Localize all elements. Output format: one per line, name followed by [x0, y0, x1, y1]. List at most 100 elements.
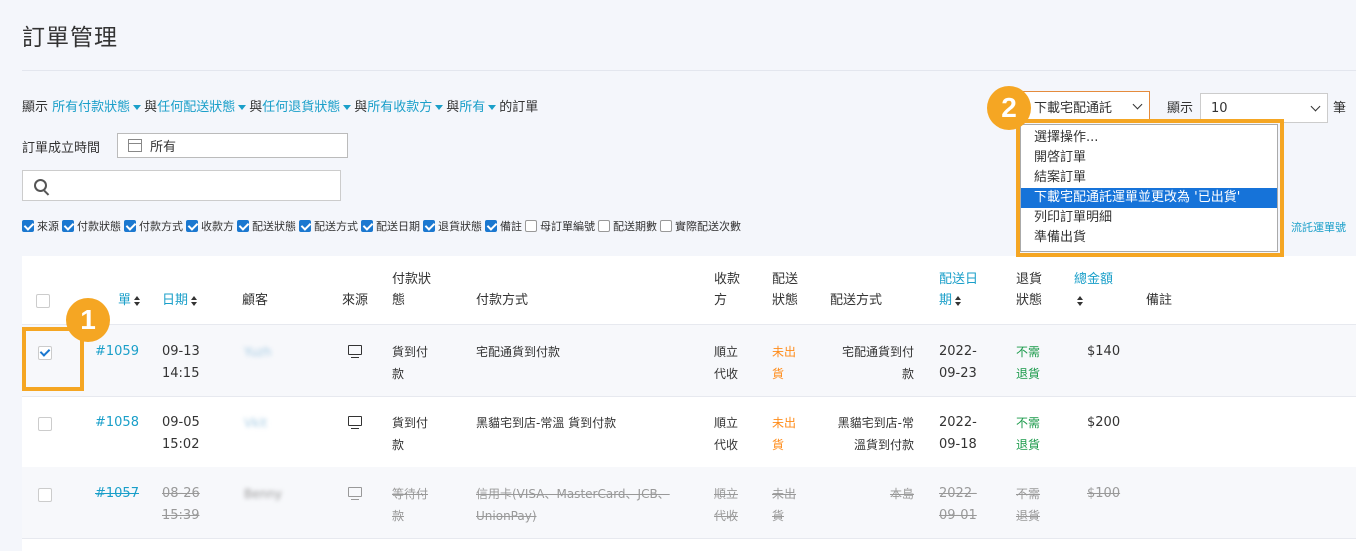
caret-down-icon — [238, 104, 247, 110]
header-return-status: 退貨 狀態 — [1016, 272, 1043, 308]
header-delivery-date[interactable]: 配送日期 — [939, 269, 978, 311]
checkbox[interactable] — [361, 220, 373, 232]
column-option-note[interactable]: 備註 — [485, 218, 522, 234]
column-option-delivery-periods[interactable]: 配送期數 — [598, 218, 657, 234]
checkbox[interactable] — [237, 220, 249, 232]
delivery-method: 宅配通貨到付款 — [841, 345, 914, 381]
select-all-checkbox[interactable] — [36, 294, 50, 308]
delivery-status: 未出貨 — [772, 345, 797, 381]
filter-suffix: 的訂單 — [499, 100, 539, 115]
delivery-date: 2022- 09-23 — [939, 344, 977, 381]
column-option-payee[interactable]: 收款方 — [186, 218, 234, 234]
order-total: $100 — [1087, 486, 1121, 501]
filter-return-status[interactable]: 任何退貨狀態 — [262, 100, 354, 115]
chevron-down-icon — [1310, 101, 1321, 112]
sort-icon — [134, 295, 141, 306]
order-date-input[interactable]: 所有 — [117, 133, 348, 158]
filter-and: 與 — [249, 100, 263, 115]
checkbox[interactable] — [660, 220, 672, 232]
caret-down-icon — [133, 104, 142, 110]
order-datetime: 09-13 14:15 — [162, 344, 200, 381]
desktop-icon — [348, 345, 362, 358]
payee: 順立 代收 — [714, 487, 739, 523]
header-delivery-method: 配送方式 — [830, 293, 883, 308]
table-header: 單 日期 顧客 來源 付款狀態 付款方式 收款方 配送 狀態 配送方式 配送日期 … — [22, 256, 1356, 325]
search-icon — [34, 179, 47, 192]
header-note: 備註 — [1146, 293, 1173, 308]
checkbox[interactable] — [62, 220, 74, 232]
column-option-delivery-date[interactable]: 配送日期 — [361, 218, 420, 234]
filter-sentence: 顯示 所有付款狀態 與任何配送狀態 與任何退貨狀態 與所有收款方 與所有 的訂單 — [22, 96, 538, 115]
column-option-payment-method[interactable]: 付款方式 — [124, 218, 183, 234]
header-date[interactable]: 日期 — [162, 290, 198, 311]
header-payment-method: 付款方式 — [476, 293, 529, 308]
order-id-link[interactable]: #1059 — [95, 341, 139, 363]
payment-status: 貨到付款 — [392, 345, 429, 381]
delivery-status: 未出貨 — [772, 487, 797, 523]
order-id-link[interactable]: #1058 — [95, 412, 139, 434]
checkbox[interactable] — [186, 220, 198, 232]
return-status: 不需 退貨 — [1016, 416, 1041, 452]
source-cell — [348, 412, 362, 429]
checkbox[interactable] — [22, 220, 34, 232]
delivery-method: 本島 — [889, 487, 914, 501]
row-checkbox[interactable] — [38, 417, 52, 431]
table-row[interactable]: #1057 08-26 15:39 Benny 等待付款 信用卡(VISA、Mas… — [22, 467, 1356, 539]
checkbox[interactable] — [299, 220, 311, 232]
payee: 順立 代收 — [714, 416, 739, 452]
customer-name[interactable]: Yuzh — [244, 341, 271, 363]
filter-delivery-status[interactable]: 任何配送狀態 — [157, 100, 249, 115]
column-option-parent-order[interactable]: 母訂單編號 — [525, 218, 595, 234]
checkbox[interactable] — [423, 220, 435, 232]
order-total: $140 — [1087, 344, 1121, 359]
source-cell — [348, 341, 362, 358]
column-option-delivery-method[interactable]: 配送方式 — [299, 218, 358, 234]
customer-name[interactable]: Vkit — [244, 412, 267, 434]
column-options: 來源 付款狀態 付款方式 收款方 配送狀態 配送方式 配送日期 退貨狀態 備註 … — [22, 218, 744, 234]
row-checkbox[interactable] — [38, 488, 52, 502]
order-datetime: 08-26 15:39 — [162, 486, 200, 523]
column-option-delivery-status[interactable]: 配送狀態 — [237, 218, 296, 234]
title-divider — [22, 70, 1356, 71]
page-title: 訂單管理 — [22, 25, 118, 51]
header-payment-status: 付款狀態 — [392, 272, 432, 308]
checkbox[interactable] — [598, 220, 610, 232]
order-total: $200 — [1087, 415, 1121, 430]
tracking-number-link[interactable]: 流託運單號 — [1291, 219, 1346, 235]
customer-name[interactable]: Benny — [244, 483, 282, 505]
search-input[interactable] — [22, 170, 341, 201]
header-total[interactable]: 總金額 — [1074, 269, 1113, 311]
order-date-label: 訂單成立時間 — [22, 141, 101, 156]
bulk-action-select[interactable]: 下載宅配通託 — [1022, 91, 1150, 121]
filter-all[interactable]: 所有 — [459, 100, 499, 115]
filter-prefix: 顯示 — [22, 100, 49, 115]
checkbox[interactable] — [124, 220, 136, 232]
sort-icon — [1077, 295, 1084, 306]
delivery-status: 未出貨 — [772, 416, 797, 452]
table-row[interactable]: #1059 09-13 14:15 Yuzh 貨到付款 宅配通貨到付款 順立 代收 … — [22, 325, 1356, 397]
delivery-method: 黑貓宅到店-常 溫貨到付款 — [837, 416, 914, 452]
checkbox[interactable] — [485, 220, 497, 232]
bulk-action-value: 下載宅配通託 — [1034, 100, 1113, 116]
column-option-actual-deliveries[interactable]: 實際配送次數 — [660, 218, 741, 234]
page-size-label: 顯示 — [1167, 101, 1194, 116]
filter-payment-status[interactable]: 所有付款狀態 — [52, 100, 144, 115]
checkbox[interactable] — [525, 220, 537, 232]
table-row[interactable]: #1058 09-05 15:02 Vkit 貨到付款 黑貓宅到店-常溫 貨到付款… — [22, 396, 1356, 468]
caret-down-icon — [343, 104, 352, 110]
callout-highlight-dropdown — [1016, 119, 1284, 257]
payment-method: 信用卡(VISA、MasterCard、JCB、 UnionPay) — [476, 487, 670, 523]
header-order[interactable]: 單 — [118, 290, 141, 311]
sort-icon — [191, 295, 198, 306]
page-size-value: 10 — [1211, 100, 1228, 116]
column-option-return-status[interactable]: 退貨狀態 — [423, 218, 482, 234]
column-option-source[interactable]: 來源 — [22, 218, 59, 234]
filter-and: 與 — [354, 100, 368, 115]
return-status: 不需 退貨 — [1016, 345, 1041, 381]
order-id-link[interactable]: #1057 — [95, 483, 139, 505]
source-cell — [348, 483, 362, 500]
delivery-date: 2022- 09-18 — [939, 415, 977, 452]
filter-and: 與 — [144, 100, 158, 115]
filter-payee[interactable]: 所有收款方 — [367, 100, 446, 115]
column-option-payment-status[interactable]: 付款狀態 — [62, 218, 121, 234]
